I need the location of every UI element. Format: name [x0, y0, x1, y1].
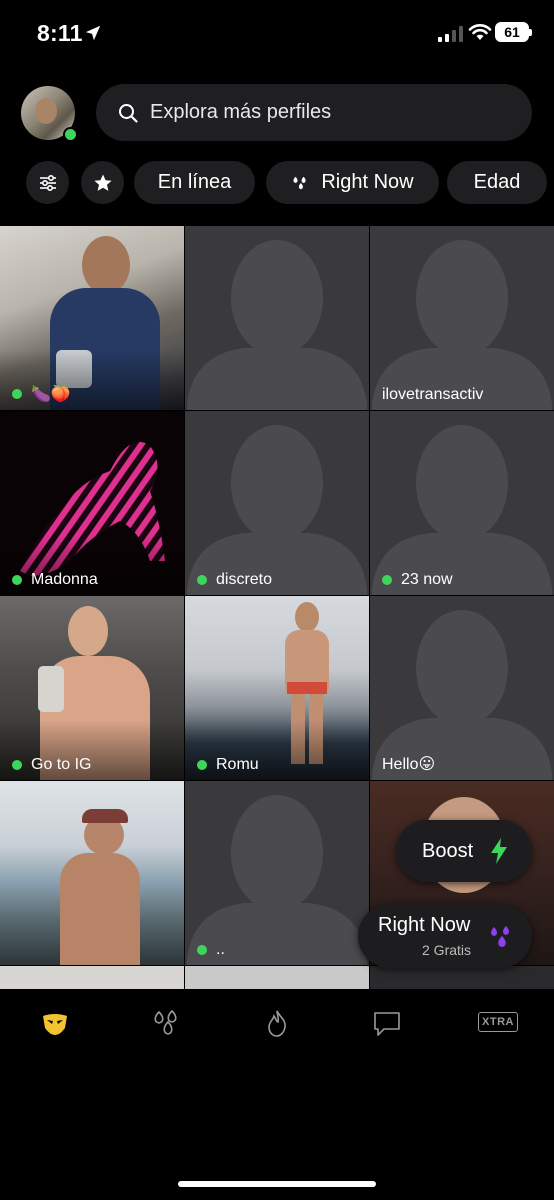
chat-icon: [374, 1012, 400, 1036]
profile-cell[interactable]: ..: [185, 781, 369, 965]
right-now-drops-icon: [491, 926, 509, 947]
battery-indicator: 61: [495, 22, 532, 42]
nav-interest[interactable]: [262, 1008, 292, 1038]
filter-age[interactable]: Edad: [447, 161, 547, 204]
profile-name-text: Madonna: [31, 571, 98, 588]
profile-cell[interactable]: ilovetransactiv: [370, 226, 554, 410]
profile-name: 23 now: [382, 571, 453, 589]
boost-label: Boost: [422, 839, 474, 862]
profile-cell[interactable]: Madonna: [0, 411, 184, 595]
profile-name: discreto: [197, 571, 272, 589]
wifi-icon: [468, 24, 492, 40]
filter-online[interactable]: En línea: [134, 161, 255, 204]
search-placeholder: Explora más perfiles: [150, 101, 332, 123]
favorites-filter-button[interactable]: [81, 161, 124, 204]
online-dot: [197, 760, 207, 770]
nav-right-now[interactable]: [151, 1008, 181, 1038]
online-dot: [197, 945, 207, 955]
photo-swimwear: [287, 682, 327, 694]
status-time: 8:11: [37, 20, 83, 46]
right-now-button[interactable]: Right Now 2 Gratis: [358, 904, 532, 968]
right-now-label: Right Now: [378, 914, 471, 936]
nav-inbox[interactable]: [372, 1008, 402, 1038]
profile-name: Hello😛: [382, 754, 435, 774]
right-now-icon: [154, 1009, 177, 1035]
profile-name-text: ..: [216, 941, 225, 958]
profile-name-text: discreto: [216, 571, 273, 588]
filter-age-label: Edad: [473, 171, 521, 193]
filter-right-now[interactable]: Right Now: [266, 161, 439, 204]
default-avatar-icon: [372, 610, 552, 780]
profile-status: 🍆🍑: [12, 384, 71, 404]
filter-online-label: En línea: [157, 171, 232, 193]
right-now-sub-label: 2 Gratis: [422, 942, 472, 958]
default-avatar-icon: [372, 240, 552, 410]
star-icon: [93, 174, 112, 191]
default-avatar-icon: [187, 425, 367, 595]
profile-name: Go to IG: [12, 756, 91, 774]
online-dot: [12, 760, 22, 770]
profile-name-text: 23 now: [401, 571, 453, 588]
right-now-icon: [293, 176, 306, 189]
filter-bar: En línea Right Now Edad: [26, 161, 554, 204]
sliders-icon: [39, 174, 56, 191]
photo-cap: [82, 809, 128, 823]
flame-icon: [268, 1010, 286, 1037]
profile-cell[interactable]: [0, 966, 184, 989]
default-avatar-icon: [187, 240, 367, 410]
profile-cell[interactable]: 🍆🍑: [0, 226, 184, 410]
avatar-face: [35, 98, 57, 124]
profile-name-text: Hello😛: [382, 756, 436, 773]
bottom-nav: XTRA: [0, 990, 554, 1200]
battery-level: 61: [504, 24, 520, 40]
boost-button[interactable]: Boost: [396, 820, 532, 882]
lightning-bolt-icon: [491, 838, 508, 864]
profile-name: Romu: [197, 756, 259, 774]
online-dot: [12, 575, 22, 585]
online-dot: [382, 575, 392, 585]
profile-name: ilovetransactiv: [382, 386, 483, 404]
home-indicator[interactable]: [178, 1181, 376, 1187]
profile-name-text: Romu: [216, 756, 259, 773]
profile-name-text: Go to IG: [31, 756, 92, 773]
photo-face: [295, 602, 319, 632]
profile-cell[interactable]: Romu: [185, 596, 369, 780]
status-bar: 8:11 61: [0, 0, 554, 66]
nav-browse[interactable]: [40, 1008, 70, 1038]
xtra-label: XTRA: [482, 1016, 514, 1028]
profile-cell[interactable]: Go to IG: [0, 596, 184, 780]
online-dot: [12, 389, 22, 399]
profile-name-text: ilovetransactiv: [382, 386, 484, 403]
photo-body: [60, 853, 140, 965]
grindr-mask-icon: [43, 1014, 67, 1035]
filter-settings-button[interactable]: [26, 161, 69, 204]
search-icon: [119, 103, 138, 123]
photo-phone: [38, 666, 64, 712]
default-avatar-icon: [372, 425, 552, 595]
default-avatar-icon: [187, 795, 367, 965]
photo-face: [82, 236, 130, 294]
cellular-signal-icon: [438, 26, 463, 42]
profile-cell[interactable]: [0, 781, 184, 965]
profile-cell[interactable]: discreto: [185, 411, 369, 595]
online-status-dot: [63, 127, 78, 142]
profile-cell[interactable]: [185, 966, 369, 989]
photo-face: [68, 606, 108, 656]
profile-name: Madonna: [12, 571, 98, 589]
filter-right-now-label: Right Now: [321, 171, 414, 193]
search-bar[interactable]: Explora más perfiles: [96, 84, 532, 141]
profile-cell[interactable]: [370, 966, 554, 989]
profile-cell[interactable]: [185, 226, 369, 410]
online-dot: [197, 575, 207, 585]
profile-name: ..: [197, 941, 225, 959]
profile-cell[interactable]: Hello😛: [370, 596, 554, 780]
location-arrow-icon: [85, 25, 101, 41]
profile-emojis: 🍆🍑: [31, 386, 71, 403]
profile-cell[interactable]: 23 now: [370, 411, 554, 595]
nav-xtra[interactable]: XTRA: [478, 1012, 518, 1032]
